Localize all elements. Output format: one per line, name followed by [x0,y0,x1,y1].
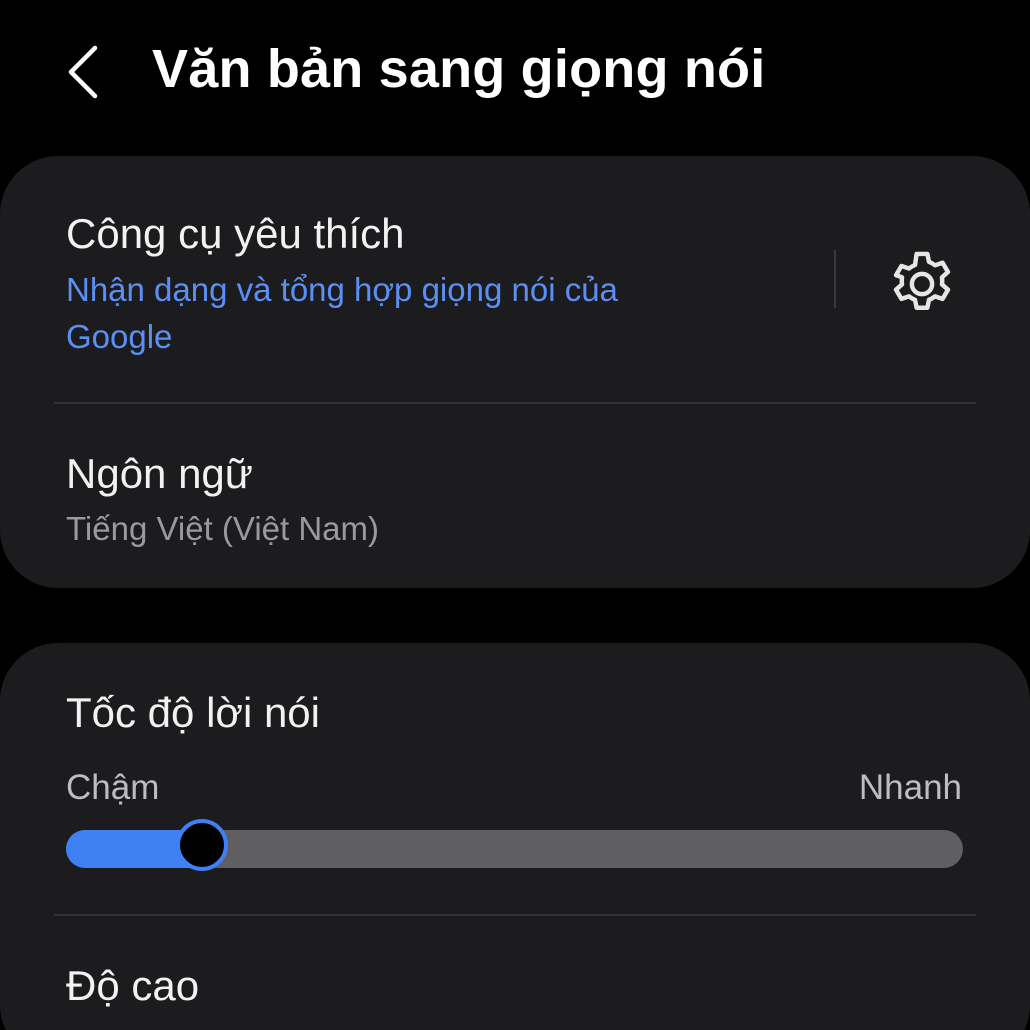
app-header: Văn bản sang giọng nói [0,0,1030,150]
slider-thumb[interactable] [176,819,228,871]
language-row[interactable]: Ngôn ngữ Tiếng Việt (Việt Nam) [0,404,1030,586]
back-button[interactable] [55,40,119,104]
chevron-left-icon [68,45,98,99]
language-value: Tiếng Việt (Việt Nam) [66,510,380,547]
speech-rate-slider[interactable] [66,819,963,871]
preferred-engine-row[interactable]: Công cụ yêu thích Nhận dạng và tổng hợp … [0,156,1030,402]
speech-rate-title: Tốc độ lời nói [66,689,320,736]
language-title: Ngôn ngữ [66,450,253,497]
pitch-row[interactable]: Độ cao [0,916,1030,1030]
slider-min-label: Chậm [66,768,160,807]
slider-max-label: Nhanh [858,768,962,807]
preferred-engine-value: Nhận dạng và tổng hợp giọng nói của Goog… [66,271,618,355]
engine-settings-button[interactable] [884,246,960,322]
vertical-divider [834,250,836,308]
pitch-title: Độ cao [66,962,200,1009]
page-title: Văn bản sang giọng nói [152,39,766,99]
preferred-engine-title: Công cụ yêu thích [66,210,405,257]
screen: Văn bản sang giọng nói Công cụ yêu thích… [0,0,1030,1030]
gear-icon [893,251,951,310]
